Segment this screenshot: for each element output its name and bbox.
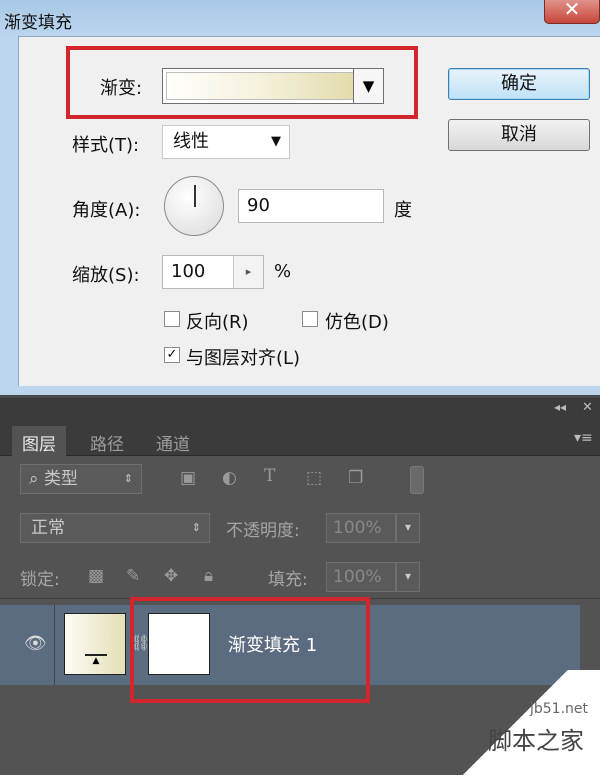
style-select[interactable]: 线性 ▼ bbox=[162, 125, 290, 159]
filter-smartobject-icon[interactable]: ❐ bbox=[348, 468, 363, 488]
panel-tabs: 图层 路径 通道 ▾≡ bbox=[0, 422, 600, 456]
fill-dropdown-icon[interactable]: ▾ bbox=[396, 562, 420, 592]
ok-button[interactable]: 确定 bbox=[448, 68, 590, 100]
lock-transparent-icon[interactable]: ▩ bbox=[88, 566, 104, 586]
filter-shape-icon[interactable]: ⬚ bbox=[306, 468, 322, 488]
highlight-box-gradient bbox=[66, 46, 418, 119]
blend-mode-select[interactable]: 正常 ⇕ bbox=[20, 513, 210, 543]
filter-kind-value: 类型 bbox=[43, 469, 78, 489]
angle-needle-icon bbox=[194, 185, 196, 207]
dither-label: 仿色(D) bbox=[325, 312, 389, 333]
filter-pixel-icon[interactable]: ▣ bbox=[180, 468, 196, 488]
updown-icon: ⇕ bbox=[191, 521, 201, 534]
fill-input[interactable]: 100% bbox=[326, 562, 396, 592]
angle-input[interactable]: 90 bbox=[238, 189, 384, 223]
opacity-label: 不透明度: bbox=[226, 521, 300, 541]
fill-layer-icon: ▲ bbox=[85, 654, 107, 666]
angle-dial[interactable] bbox=[164, 176, 224, 236]
reverse-label: 反向(R) bbox=[186, 312, 249, 333]
scale-input[interactable]: 100 ▸ bbox=[162, 255, 264, 289]
collapse-icon[interactable]: ◂◂ bbox=[554, 400, 566, 414]
lock-all-icon[interactable]: 🔒︎ bbox=[204, 566, 213, 586]
divider bbox=[54, 605, 55, 685]
filter-kind-select[interactable]: ⌕ 类型 ⇕ bbox=[20, 464, 142, 494]
watermark-site: jb51.net bbox=[530, 701, 589, 717]
reverse-checkbox[interactable] bbox=[164, 311, 180, 327]
scale-value: 100 bbox=[171, 261, 206, 282]
dialog-close-button[interactable]: ✕ bbox=[544, 0, 600, 24]
lock-position-icon[interactable]: ✥ bbox=[164, 566, 178, 586]
watermark-brand: 脚本之家 bbox=[488, 727, 584, 755]
updown-icon: ⇕ bbox=[123, 472, 133, 485]
chevron-down-icon: ▼ bbox=[271, 134, 281, 149]
scale-unit: % bbox=[274, 261, 292, 282]
scale-label: 缩放(S): bbox=[72, 265, 140, 286]
checkmark-icon: ✓ bbox=[166, 347, 178, 362]
scale-slider-arrow-icon[interactable]: ▸ bbox=[233, 256, 263, 288]
tab-paths[interactable]: 路径 bbox=[80, 426, 134, 456]
fill-label: 填充: bbox=[268, 570, 308, 590]
align-checkbox[interactable]: ✓ bbox=[164, 347, 180, 363]
lock-brush-icon[interactable]: ✎ bbox=[126, 566, 140, 586]
align-label: 与图层对齐(L) bbox=[186, 348, 301, 369]
tab-channels[interactable]: 通道 bbox=[146, 426, 200, 456]
opacity-input[interactable]: 100% bbox=[326, 513, 396, 543]
opacity-dropdown-icon[interactable]: ▾ bbox=[396, 513, 420, 543]
search-icon: ⌕ bbox=[29, 469, 39, 489]
panel-menu-icon[interactable]: ▾≡ bbox=[574, 430, 593, 446]
dialog-title: 渐变填充 bbox=[4, 13, 72, 33]
highlight-box-layer bbox=[130, 597, 370, 703]
lock-label: 锁定: bbox=[20, 570, 60, 590]
filter-toggle-icon[interactable] bbox=[410, 466, 424, 494]
eye-icon[interactable]: 👁︎ bbox=[24, 633, 47, 654]
layers-panel: ◂◂ ✕ 图层 路径 通道 ▾≡ ⌕ 类型 ⇕ ▣ ◐ T ⬚ ❐ 正常 ⇕ 不… bbox=[0, 398, 600, 775]
style-label: 样式(T): bbox=[72, 135, 140, 156]
filter-type-icon[interactable]: T bbox=[264, 466, 275, 486]
dither-checkbox[interactable] bbox=[302, 311, 318, 327]
style-select-value: 线性 bbox=[173, 131, 209, 152]
gradient-fill-thumbnail[interactable]: ▲ bbox=[64, 613, 126, 675]
panel-topbar: ◂◂ ✕ bbox=[0, 398, 600, 422]
cancel-button[interactable]: 取消 bbox=[448, 119, 590, 151]
angle-label: 角度(A): bbox=[72, 200, 141, 221]
blend-mode-value: 正常 bbox=[31, 518, 65, 538]
tab-layers[interactable]: 图层 bbox=[12, 426, 66, 456]
angle-unit: 度 bbox=[394, 200, 412, 221]
filter-adjustment-icon[interactable]: ◐ bbox=[222, 468, 237, 488]
close-icon[interactable]: ✕ bbox=[582, 400, 593, 415]
gradient-fill-dialog: 渐变填充 ✕ 渐变: ▼ 确定 取消 样式(T): 线性 ▼ 角度(A): 90… bbox=[0, 0, 600, 395]
